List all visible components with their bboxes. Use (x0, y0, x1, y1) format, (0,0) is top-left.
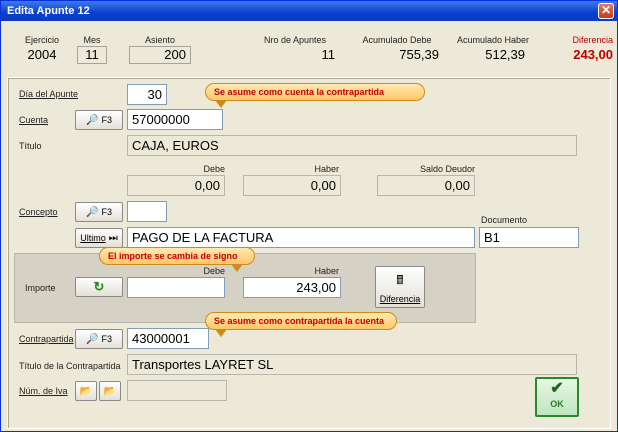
debe-value: 0,00 (127, 175, 225, 196)
concepto-label: Concepto (19, 207, 58, 217)
edit-entry-window: Edita Apunte 12 ✕ Ejercicio 2004 Mes 11 … (0, 0, 618, 432)
checkmark-icon: ✔ (550, 380, 564, 397)
contrapartida-btn-label: F3 (101, 334, 112, 344)
contrapartida-tooltip-tail (215, 329, 227, 337)
titulo-label: Título (19, 141, 42, 151)
cuenta-input[interactable]: 57000000 (127, 109, 223, 130)
folder-icon: 📂 (79, 385, 93, 397)
ejercicio-value: 2004 (27, 47, 57, 62)
diferencia-button[interactable]: 🖩 Diferencia (375, 266, 425, 308)
ultimo-button[interactable]: Ultimo ⏭ (75, 228, 123, 248)
saldo-header: Saldo Deudor (419, 164, 475, 174)
binoculars-icon: 🔎 (86, 114, 99, 126)
acumulado-debe-label: Acumulado Debe (362, 35, 432, 45)
importe-tooltip-tail (231, 264, 243, 272)
nro-apuntes-value: 11 (321, 47, 336, 62)
calculator-icon: 🖩 (396, 272, 404, 287)
diferencia-label: Diferencia (572, 35, 613, 45)
acumulado-haber-label: Acumulado Haber (456, 35, 530, 45)
cuenta-tooltip: Se asume como cuenta la contrapartida (205, 83, 425, 101)
cuenta-search-button[interactable]: 🔎 F3 (75, 110, 123, 130)
binoculars-icon: 🔎 (86, 333, 99, 345)
contrapartida-label: Contrapartida (19, 334, 74, 344)
iva-open-button-2[interactable]: 📂 (99, 381, 121, 401)
ok-button[interactable]: ✔ OK (535, 377, 579, 417)
dia-input[interactable]: 30 (127, 84, 167, 105)
title-bar: Edita Apunte 12 ✕ (1, 1, 617, 21)
swap-sign-button[interactable]: ↻ (75, 277, 123, 297)
mes-label: Mes (83, 35, 101, 45)
importe-label: Importe (25, 283, 56, 293)
contrapartida-input[interactable]: 43000001 (127, 328, 209, 349)
iva-open-button-1[interactable]: 📂 (75, 381, 97, 401)
saldo-value: 0,00 (377, 175, 475, 196)
concepto-text-input[interactable]: PAGO DE LA FACTURA (127, 227, 475, 248)
nro-apuntes-label: Nro de Apuntes (263, 35, 327, 45)
concepto-code-input[interactable] (127, 201, 167, 222)
contrapartida-search-button[interactable]: 🔎 F3 (75, 329, 123, 349)
refresh-icon: ↻ (93, 279, 105, 294)
cuenta-label: Cuenta (19, 115, 49, 125)
importe-debe-input[interactable] (127, 277, 225, 298)
iva-label: Núm. de Iva (19, 386, 68, 396)
ultimo-btn-label: Ultimo (80, 233, 106, 243)
skip-end-icon: ⏭ (108, 232, 118, 244)
cuenta-btn-label: F3 (101, 115, 112, 125)
concepto-search-button[interactable]: 🔎 F3 (75, 202, 123, 222)
asiento-label: Asiento (144, 35, 176, 45)
close-icon[interactable]: ✕ (598, 3, 614, 19)
titulo-value: CAJA, EUROS (127, 135, 577, 156)
binoculars-icon: 🔎 (86, 206, 99, 218)
titulo-contra-value: Transportes LAYRET SL (127, 354, 577, 375)
diferencia-btn-label: Diferencia (379, 293, 421, 304)
haber-header: Haber (314, 164, 339, 174)
contrapartida-tooltip: Se asume como contrapartida la cuenta (205, 312, 397, 330)
iva-input (127, 380, 227, 401)
ok-btn-label: OK (550, 399, 564, 409)
debe-header: Debe (203, 164, 225, 174)
importe-haber-label: Haber (314, 266, 339, 276)
titulo-contra-label: Título de la Contrapartida (19, 361, 121, 371)
mes-value: 11 (77, 46, 107, 64)
dia-label: Día del Apunte (19, 89, 79, 99)
documento-input[interactable]: B1 (479, 227, 579, 248)
documento-label: Documento (481, 215, 528, 225)
acumulado-debe-value: 755,39 (399, 47, 439, 62)
importe-tooltip: El importe se cambia de signo (99, 247, 255, 265)
window-title: Edita Apunte 12 (7, 5, 90, 17)
folder-icon: 📂 (103, 385, 117, 397)
cuenta-tooltip-tail (215, 100, 227, 108)
ejercicio-label: Ejercicio (24, 35, 59, 45)
acumulado-haber-value: 512,39 (485, 47, 525, 62)
haber-value: 0,00 (243, 175, 341, 196)
importe-haber-input[interactable]: 243,00 (243, 277, 341, 298)
importe-debe-label: Debe (203, 266, 225, 276)
asiento-value: 200 (129, 46, 191, 64)
concepto-btn-label: F3 (101, 207, 112, 217)
diferencia-value: 243,00 (573, 47, 613, 62)
